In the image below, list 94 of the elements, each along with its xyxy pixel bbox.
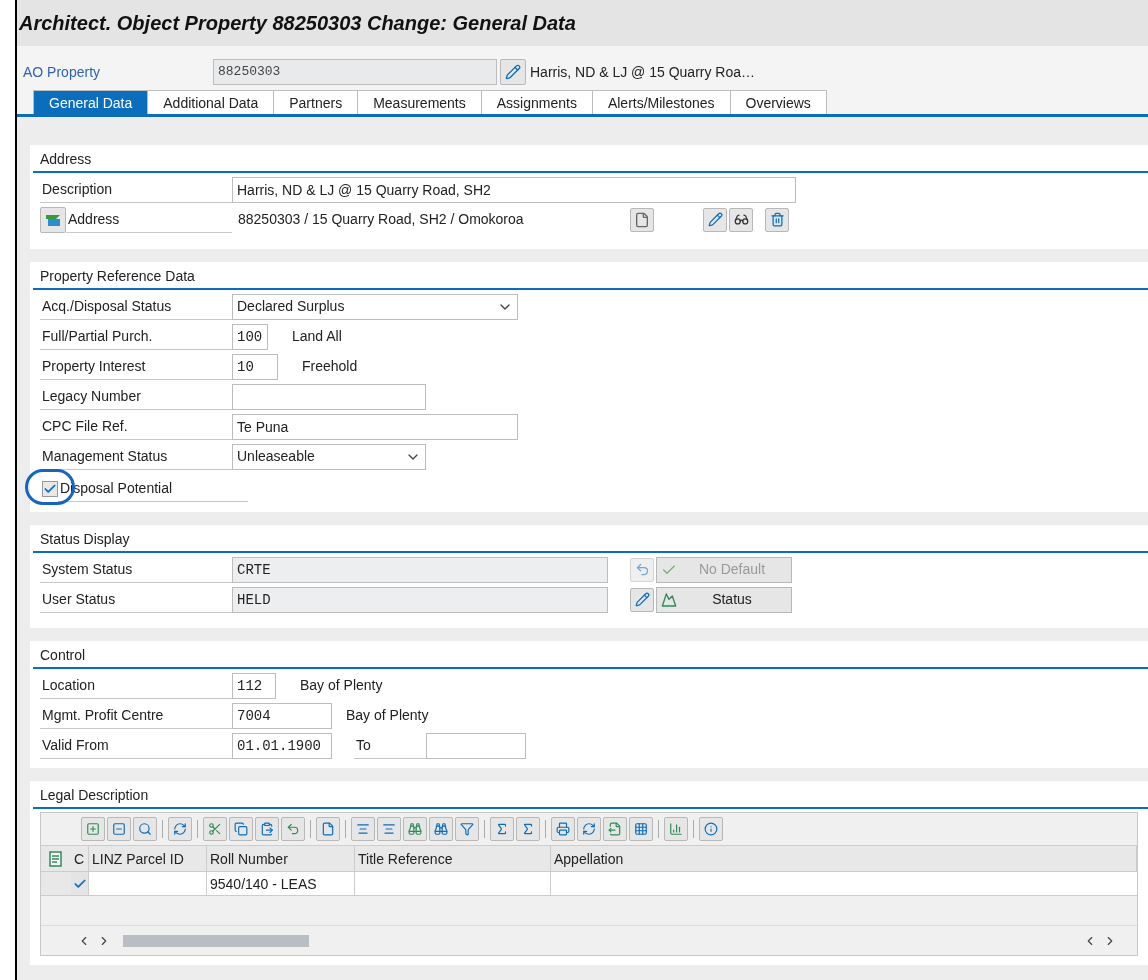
input-field[interactable]: 01.01.1900 <box>232 732 332 759</box>
input-field[interactable]: CRTE <box>232 556 608 583</box>
input-field[interactable] <box>232 383 426 410</box>
scrollbar-thumb[interactable] <box>123 934 309 947</box>
toolbar-button[interactable] <box>629 817 653 841</box>
new-document-button[interactable] <box>630 207 654 232</box>
field-description: Land All <box>292 327 342 346</box>
toolbar-button[interactable] <box>490 817 514 841</box>
details-icon <box>138 822 152 836</box>
toolbar-button[interactable] <box>403 817 427 841</box>
trash-icon <box>769 212 785 227</box>
input-field[interactable]: 88250303 <box>213 59 497 85</box>
export-icon <box>608 822 622 836</box>
field-label: AO Property <box>22 62 102 82</box>
input-field[interactable]: HELD <box>232 586 608 613</box>
toolbar-button[interactable] <box>107 817 131 841</box>
panel-title: Legal Description <box>40 787 149 803</box>
input-field[interactable]: 7004 <box>232 702 332 729</box>
toolbar-button[interactable] <box>203 817 227 841</box>
toolbar-button[interactable] <box>168 817 192 841</box>
dropdown-field[interactable]: Declared Surplus <box>232 293 518 320</box>
address-type-button[interactable] <box>40 206 66 233</box>
refresh-icon <box>173 822 187 836</box>
toolbar-button[interactable] <box>429 817 453 841</box>
checkbox[interactable] <box>42 480 58 497</box>
field-description: Bay of Plenty <box>346 706 429 725</box>
pencil-icon <box>505 64 521 80</box>
panel-title: Address <box>40 151 92 167</box>
folder-icon <box>45 212 61 227</box>
input-field[interactable]: Te Puna <box>232 413 518 440</box>
field-label: Address <box>66 206 232 233</box>
toolbar-button[interactable] <box>377 817 401 841</box>
input-field[interactable]: 100 <box>232 323 268 350</box>
window-title: Architect. Object Property 88250303 Change: General Data <box>19 11 576 36</box>
toolbar-button[interactable] <box>664 817 688 841</box>
status-button[interactable]: Status <box>656 586 792 613</box>
find-icon <box>408 822 422 836</box>
paste-icon <box>260 822 274 836</box>
pencil-icon <box>634 592 650 607</box>
tab[interactable]: Additional Data <box>148 90 275 114</box>
tab[interactable]: Measurements <box>358 90 482 114</box>
layout-icon <box>634 822 648 836</box>
input-field[interactable]: 10 <box>232 353 278 380</box>
undo-icon <box>634 562 650 577</box>
input-field[interactable]: 112 <box>232 672 276 699</box>
copy-icon <box>234 822 248 836</box>
edit-button[interactable] <box>500 59 526 85</box>
document-icon <box>321 822 335 836</box>
chart-icon <box>669 822 683 836</box>
toolbar-button[interactable] <box>281 817 305 841</box>
undo-button[interactable] <box>630 557 654 582</box>
edit-button[interactable] <box>703 207 727 232</box>
toolbar-button[interactable] <box>699 817 723 841</box>
tab[interactable]: Partners <box>274 90 359 114</box>
panel-title: Status Display <box>40 531 130 547</box>
edit-button[interactable] <box>630 587 654 612</box>
delete-row-icon <box>112 822 126 836</box>
pencil-icon <box>707 212 723 227</box>
document-icon <box>634 211 650 228</box>
input-field[interactable] <box>426 732 526 759</box>
cut-icon <box>208 822 222 836</box>
toolbar-button[interactable] <box>133 817 157 841</box>
undo-icon <box>286 822 300 836</box>
panel-title: Control <box>40 647 86 663</box>
sum-icon <box>495 822 509 836</box>
toolbar-button[interactable] <box>516 817 540 841</box>
panel-title: Property Reference Data <box>40 268 195 284</box>
mountain-icon <box>661 591 677 608</box>
glasses-icon <box>733 212 749 227</box>
dropdown-field[interactable]: Unleaseable <box>232 443 426 470</box>
toolbar-button[interactable] <box>316 817 340 841</box>
toolbar-button[interactable] <box>455 817 479 841</box>
address-value: 88250303 / 15 Quarry Road, SH2 / Omokoroa <box>237 210 525 229</box>
input-field[interactable]: Harris, ND & LJ @ 15 Quarry Road, SH2 <box>232 176 796 203</box>
info-icon <box>704 822 718 836</box>
field-description: Bay of Plenty <box>300 676 383 695</box>
add-row-icon <box>86 822 100 836</box>
tab[interactable]: General Data <box>33 90 149 114</box>
toolbar-button[interactable] <box>577 817 601 841</box>
tab[interactable]: Assignments <box>481 90 593 114</box>
toolbar-button[interactable] <box>81 817 105 841</box>
toolbar-button[interactable] <box>551 817 575 841</box>
toolbar-button[interactable] <box>351 817 375 841</box>
delete-button[interactable] <box>765 207 789 232</box>
toolbar-button[interactable] <box>255 817 279 841</box>
print-icon <box>556 822 570 836</box>
display-button[interactable] <box>729 207 753 232</box>
tab[interactable]: Alerts/Milestones <box>592 90 731 114</box>
toolbar-button[interactable] <box>603 817 627 841</box>
property-description: Harris, ND & LJ @ 15 Quarry Roa… <box>530 62 756 82</box>
filter-icon <box>460 822 474 836</box>
toolbar-button[interactable] <box>229 817 253 841</box>
tab[interactable]: Overviews <box>730 90 827 114</box>
field-description: Freehold <box>302 357 358 376</box>
